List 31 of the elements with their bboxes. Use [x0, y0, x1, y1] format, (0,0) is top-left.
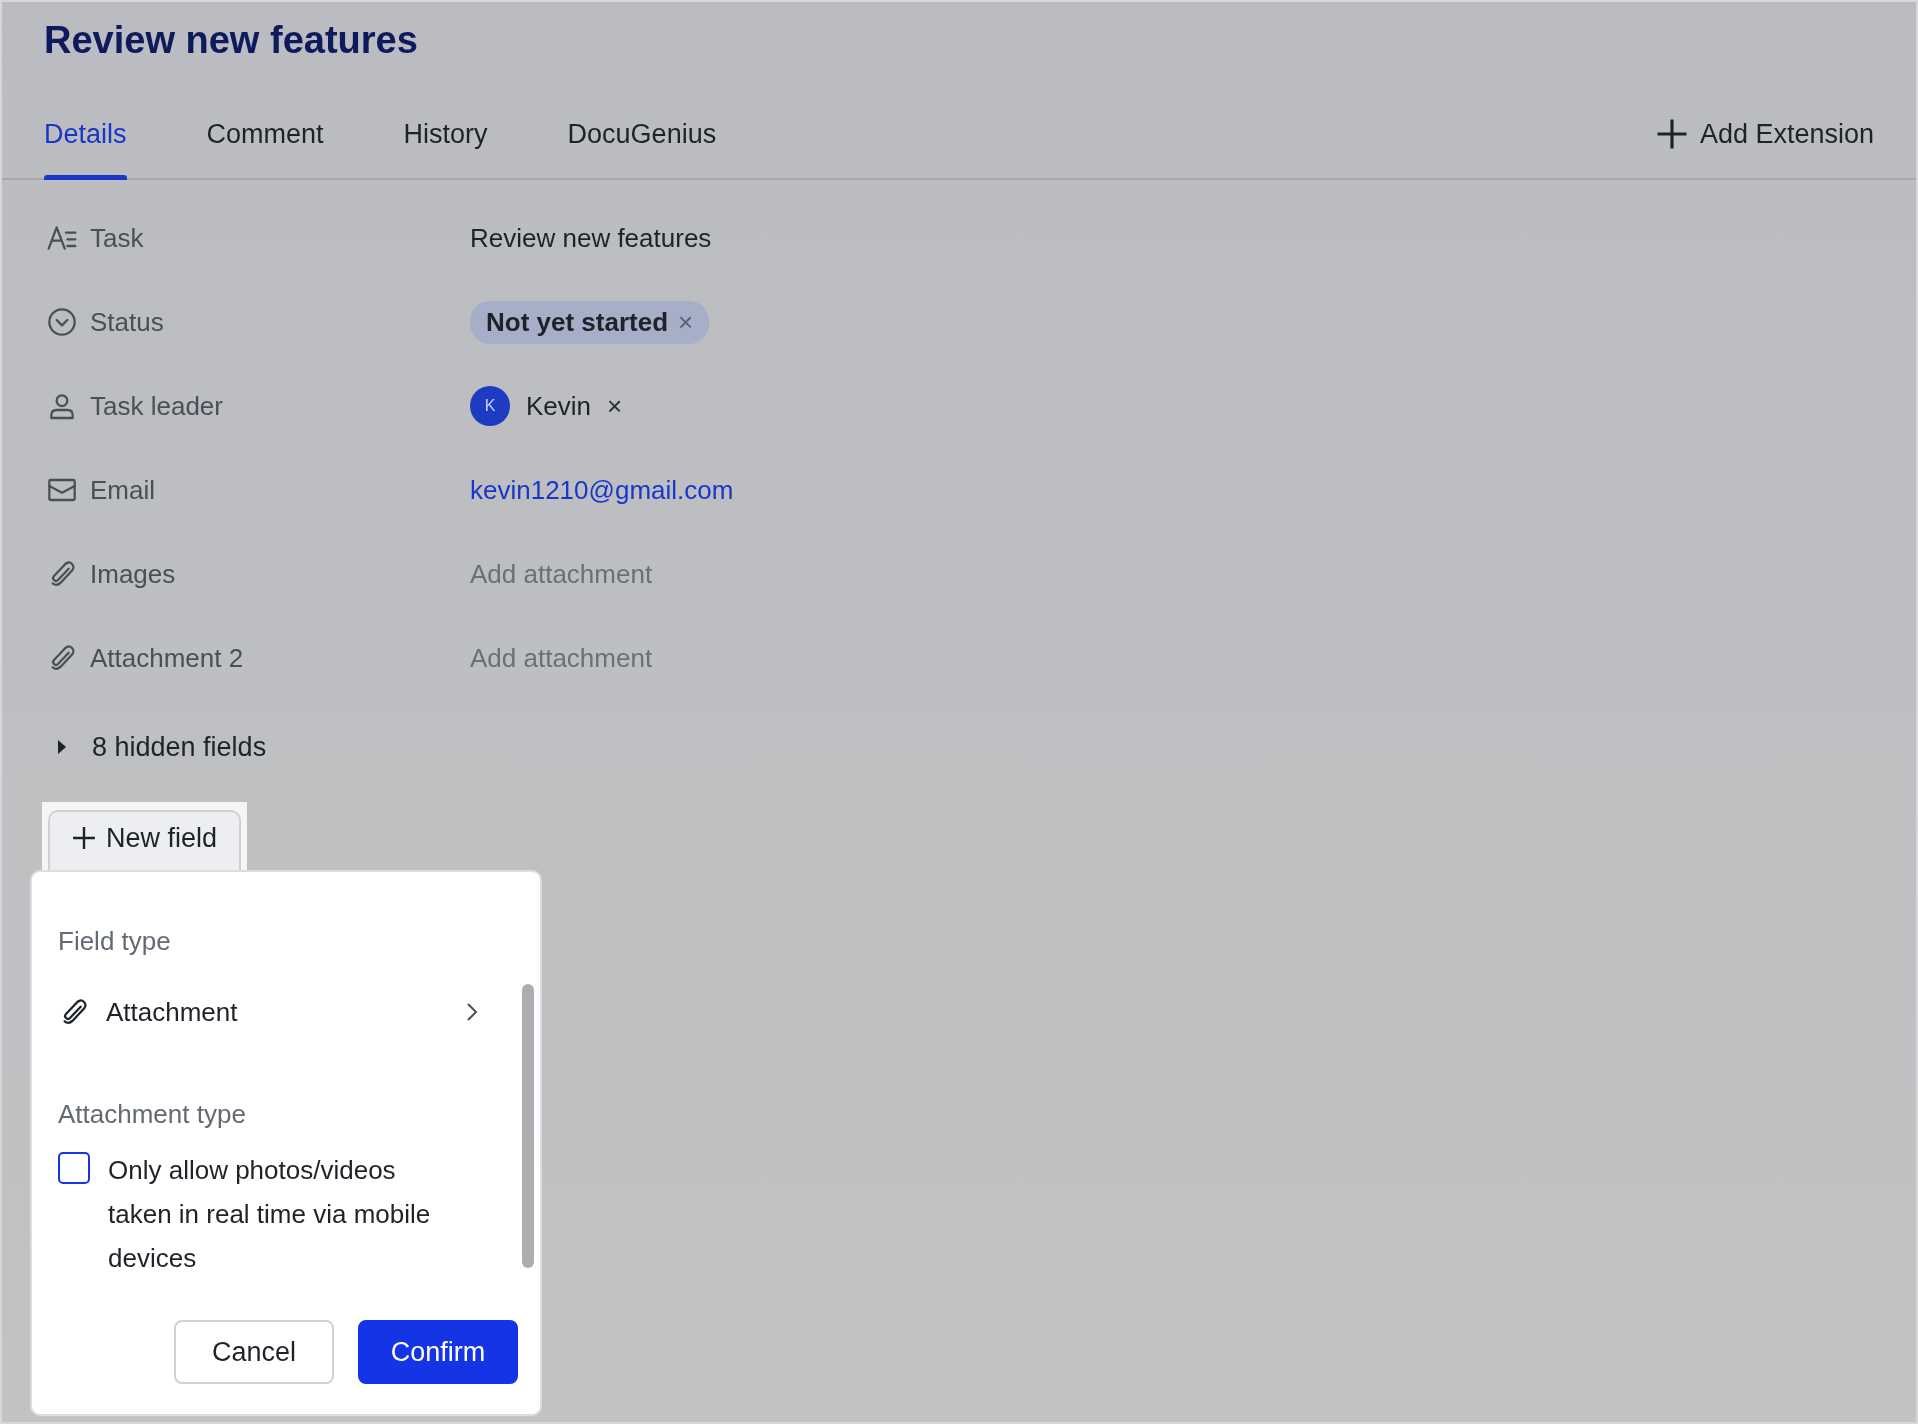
- field-label: Images: [90, 557, 176, 591]
- page-title: Review new features: [43, 18, 419, 63]
- section-label: Attachment type: [58, 1098, 247, 1131]
- field-label: Task: [90, 221, 144, 255]
- tab[interactable]: Details: [44, 113, 127, 179]
- field-value: Review new features: [470, 221, 712, 255]
- confirm-button[interactable]: Confirm: [358, 1320, 518, 1384]
- avatar: K: [470, 386, 510, 427]
- tab[interactable]: DocuGenius: [567, 113, 717, 179]
- new-field-button[interactable]: New field: [48, 810, 242, 873]
- person-name: Kevin: [526, 389, 592, 423]
- add-extension-button[interactable]: Add Extension: [1655, 113, 1874, 179]
- field-label: Task leader: [90, 389, 223, 423]
- scrollbar[interactable]: [522, 984, 534, 1268]
- field-label: Attachment 2: [90, 641, 244, 675]
- section-label: Field type: [58, 925, 172, 958]
- plus-icon: [72, 826, 96, 851]
- remove-icon[interactable]: ×: [607, 386, 623, 426]
- chevron-circle-icon: [46, 306, 78, 339]
- field-type-selector[interactable]: Attachment: [58, 977, 484, 1047]
- email-link[interactable]: kevin1210@gmail.com: [470, 470, 734, 510]
- tab[interactable]: Comment: [206, 113, 324, 179]
- option-label: Only allow photos/videos taken in real time via mobile devices: [108, 1154, 432, 1275]
- checkbox[interactable]: [58, 1152, 90, 1184]
- plus-icon: [1655, 117, 1688, 150]
- tab[interactable]: History: [403, 113, 488, 179]
- field-label: Email: [90, 473, 155, 507]
- cancel-button[interactable]: Cancel: [174, 1320, 334, 1384]
- hidden-fields-toggle[interactable]: 8 hidden fields: [2, 700, 267, 777]
- status-tag[interactable]: Not yet started ×: [470, 300, 710, 344]
- field-label: Status: [90, 305, 164, 339]
